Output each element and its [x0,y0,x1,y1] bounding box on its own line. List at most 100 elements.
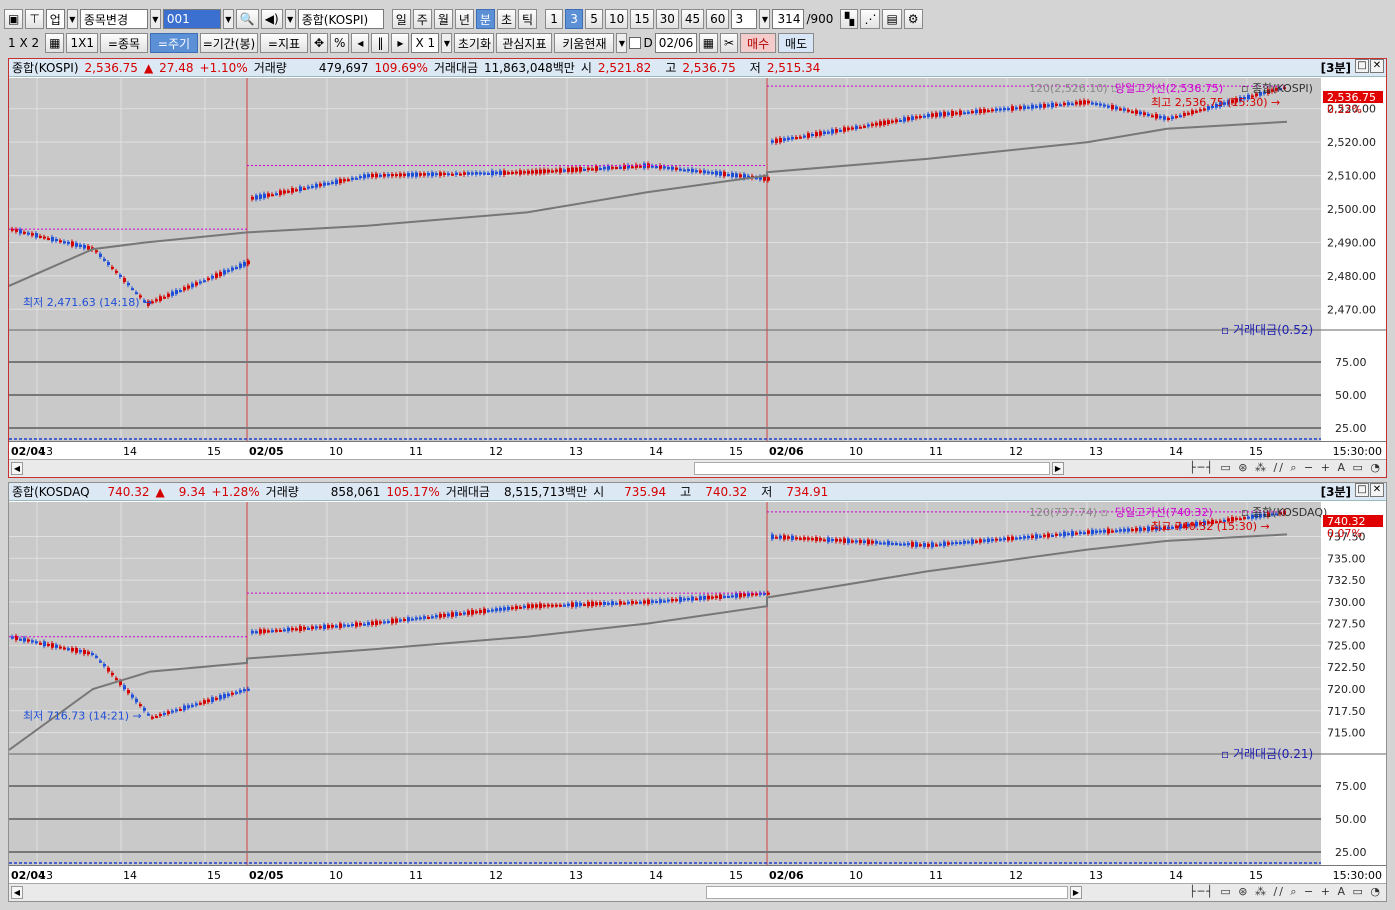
date-input[interactable]: 02/06 [654,33,697,53]
crosshair-icon[interactable]: ✥ [309,33,329,53]
change-item-select[interactable]: 종목변경 [79,9,148,29]
kosdaq-scrollbar[interactable]: ◀ ▶ ├─┤ ▭ ⊛ ⁂ ∕∕ ⌕ − + A ▭ ◔ [9,883,1386,901]
range-sync-button[interactable]: =기간(봉) [199,33,258,53]
multiplier-input[interactable]: X 1 [411,33,440,53]
period-sync-button[interactable]: =주기 [149,33,198,53]
candle [591,168,594,171]
kiwoom-current-button[interactable]: 키움현재 [554,33,615,53]
interval-60-button[interactable]: 60 [706,9,730,29]
chevron-down-icon[interactable]: ▼ [149,9,161,29]
code-input[interactable]: 001 [162,9,221,29]
market-select[interactable]: 업 [45,9,65,29]
interval-3-button[interactable]: 3 [565,9,584,29]
scroll-left-icon[interactable]: ◀ [11,462,23,475]
period-year-button[interactable]: 년 [454,9,474,29]
period-second-button[interactable]: 초 [496,9,516,29]
sell-button[interactable]: 매도 [778,33,815,53]
candle [371,173,374,178]
y-tick-label: 730.00 [1327,596,1366,609]
save-icon[interactable]: ▤ [882,9,902,29]
interval-30-button[interactable]: 30 [655,9,679,29]
next-icon[interactable]: ▸ [391,33,410,53]
chevron-down-icon[interactable]: ▼ [222,9,234,29]
reset-button[interactable]: 초기화 [454,33,495,53]
chevron-down-icon[interactable]: ▼ [759,9,771,29]
item-sync-button[interactable]: =종목 [99,33,148,53]
chart-tool-icons[interactable]: ├─┤ ▭ ⊛ ⁂ ∕∕ ⌕ − + A ▭ ◔ [1189,461,1382,475]
y-tick-label: 2,490.00 [1327,236,1376,249]
scroll-thumb[interactable] [694,462,1050,475]
interest-indicator-button[interactable]: 관심지표 [496,33,553,53]
chart-tool-icons[interactable]: ├─┤ ▭ ⊛ ⁂ ∕∕ ⌕ − + A ▭ ◔ [1189,885,1382,899]
calendar-icon[interactable]: ▦ [698,33,719,53]
candle [479,172,482,175]
period-tick-button[interactable]: 틱 [518,9,538,29]
candle [795,137,798,140]
pin-icon[interactable]: ⊤ [25,9,44,29]
percent-button[interactable]: % [330,33,350,53]
grid-icon[interactable]: ▦ [45,33,65,53]
chevron-down-icon[interactable]: ▼ [616,33,628,53]
interval-45-button[interactable]: 45 [680,9,705,29]
candle [255,195,258,200]
candle [675,167,678,170]
candle [399,619,402,622]
maximize-icon[interactable]: □ [1355,483,1369,497]
trend-tool-icon[interactable]: ⋰ [860,9,881,29]
interval-input[interactable]: 3 [731,9,758,29]
candle [507,172,510,175]
scroll-right-icon[interactable]: ▶ [1070,886,1082,899]
window-controls: [3분] □ ✕ [1318,59,1386,76]
kospi-scrollbar[interactable]: ◀ ▶ ├─┤ ▭ ⊛ ⁂ ∕∕ ⌕ − + A ▭ ◔ [9,459,1386,477]
candle [43,641,46,647]
interval-15-button[interactable]: 15 [630,9,654,29]
chevron-down-icon[interactable]: ▼ [284,9,296,29]
candle [427,616,430,619]
count-input[interactable]: 314 [772,9,805,29]
interval-10-button[interactable]: 10 [605,9,629,29]
kosdaq-chart-area[interactable]: 737.50 735.00 732.50 730.00 727.50 725.00 722.… [9,502,1386,865]
candle [143,707,146,711]
indicator-sync-button[interactable]: =지표 [259,33,308,53]
date-checkbox[interactable] [629,37,642,49]
period-day-button[interactable]: 일 [391,9,411,29]
period-minute-button[interactable]: 분 [475,9,495,29]
candle [303,626,306,630]
close-icon[interactable]: ✕ [1370,483,1384,497]
scroll-right-icon[interactable]: ▶ [1052,462,1064,475]
chevron-down-icon[interactable]: ▼ [441,33,453,53]
layout-icon[interactable]: ▣ [4,9,24,29]
interval-5-button[interactable]: 5 [585,9,604,29]
prev-icon[interactable]: ◂ [351,33,370,53]
candle [619,166,622,169]
candle [495,171,498,174]
scissors-icon[interactable]: ✂ [720,33,739,53]
x-tick-label: 15 [1249,445,1263,458]
candle [927,543,930,547]
close-icon[interactable]: ✕ [1370,59,1384,73]
layout-1x1-button[interactable]: 1X1 [66,33,98,53]
search-icon[interactable]: 🔍 [235,9,259,29]
pause-icon[interactable]: ‖ [371,33,390,53]
speaker-icon[interactable]: ◀) [260,9,283,29]
candle [1103,529,1106,533]
kospi-chart-area[interactable]: 2,530.00 2,520.00 2,510.00 2,500.00 2,490.00… [9,78,1386,441]
chevron-down-icon[interactable]: ▼ [66,9,78,29]
multi-chart-icon[interactable]: ▚ [840,9,859,29]
interval-1-button[interactable]: 1 [545,9,564,29]
period-month-button[interactable]: 월 [433,9,453,29]
layout-1x2-label[interactable]: 1 X 2 [4,36,43,50]
candle [1183,112,1186,116]
candle [575,602,578,607]
candle [783,535,786,540]
candle [283,190,286,194]
buy-button[interactable]: 매수 [740,33,777,53]
secondary-toolbar: 1 X 2 ▦ 1X1 =종목 =주기 =기간(봉) =지표 ✥ % ◂ ‖ ▸… [4,32,815,54]
gear-icon[interactable]: ⚙ [903,9,923,29]
period-week-button[interactable]: 주 [412,9,432,29]
candle [799,136,802,139]
scroll-thumb[interactable] [706,886,1068,899]
amount-label: 거래대금 [433,61,479,75]
scroll-left-icon[interactable]: ◀ [11,886,23,899]
maximize-icon[interactable]: □ [1355,59,1369,73]
